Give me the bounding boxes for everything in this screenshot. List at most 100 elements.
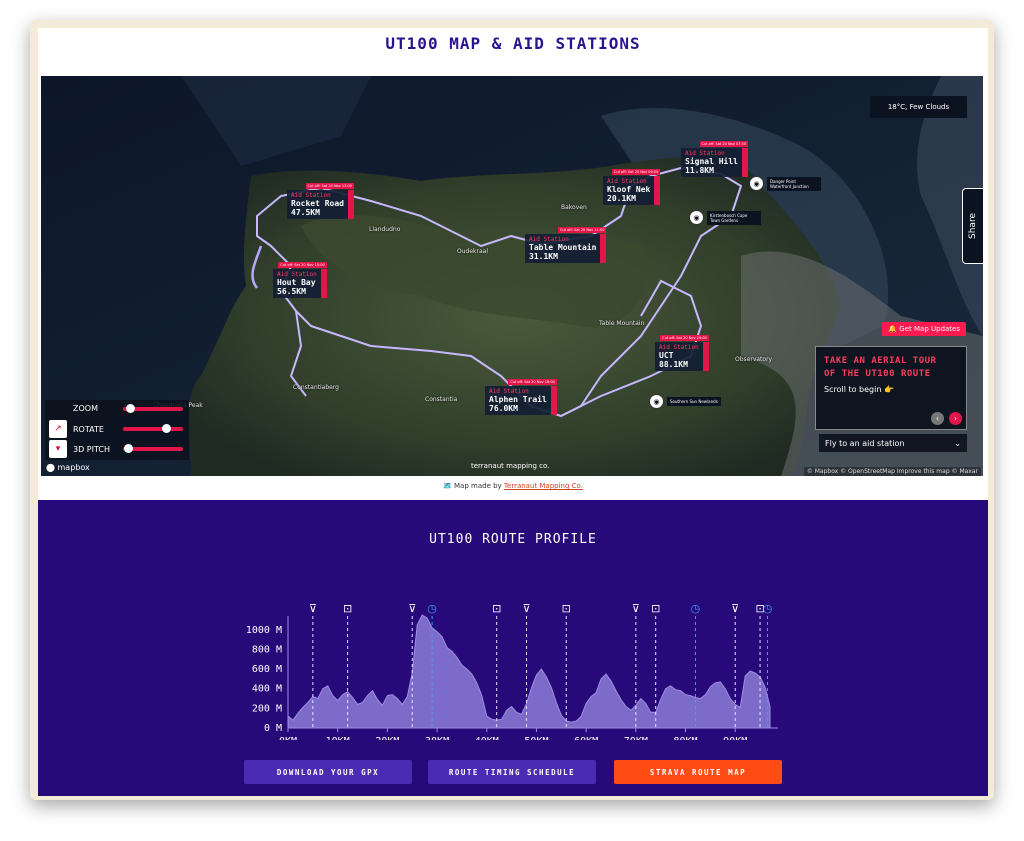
tour-subtitle: Scroll to begin 👉 [824, 385, 894, 394]
stopwatch-icon: ◷ [691, 602, 701, 615]
station-name: Table Mountain [529, 243, 597, 252]
zoom-control: ZOOM [49, 403, 183, 413]
route-map[interactable]: 18°C, Few Clouds Share Cut off: Sat 20 N… [41, 76, 983, 476]
station-distance: 88.1KM [659, 360, 688, 369]
route-timing-button[interactable]: ROUTE TIMING SCHEDULE [428, 760, 596, 784]
y-tick-label: 1000 M [246, 625, 282, 636]
page-content: UT100 MAP & AID STATIONS 18°C, Few Cloud… [38, 28, 988, 796]
weather-badge: 18°C, Few Clouds [870, 96, 967, 118]
map-credit-prefix: 🗺️ Map made by [443, 482, 504, 490]
map-credit: 🗺️ Map made by Terranaut Mapping Co. [38, 482, 988, 490]
aid-station-hout-bay[interactable]: Cut off: Sat 20 Nov 15:00 Aid Station Ho… [273, 262, 327, 298]
aid-station-uct[interactable]: Cut off: Sat 20 Nov 20:00 Aid Station UC… [655, 335, 709, 371]
cutoff-tag: Cut off: Sat 20 Nov 18:00 [508, 379, 557, 385]
x-tick-label: 50KM [524, 736, 548, 740]
station-name: Kloof Nek [607, 185, 651, 194]
x-tick-label: 20KM [375, 736, 399, 740]
car-icon: ⊡ [562, 602, 571, 615]
station-name: Rocket Road [291, 199, 344, 208]
place-label: Table Mountain [599, 320, 645, 327]
station-kicker: Aid Station [489, 388, 529, 395]
poi-label: Southern Sun Newlands [667, 397, 721, 406]
station-kicker: Aid Station [529, 236, 569, 243]
camera-icon: ◉ [649, 394, 664, 409]
station-kicker: Aid Station [659, 344, 699, 351]
rotate-thumb[interactable] [162, 424, 171, 433]
poi-newlands[interactable]: ◉ Southern Sun Newlands [649, 394, 721, 409]
aid-station-signal-hill[interactable]: Cut off: Sat 20 Nov 07:30 Aid Station Si… [681, 141, 748, 177]
terranaut-link[interactable]: Terranaut Mapping Co. [504, 482, 583, 490]
pitch-thumb[interactable] [124, 444, 134, 453]
aid-station-table-mountain[interactable]: Cut off: Sat 20 Nov 11:00 Aid Station Ta… [525, 227, 607, 263]
cutoff-tag: Cut off: Sat 20 Nov 15:00 [278, 262, 327, 268]
place-label: Constantiaberg [293, 384, 339, 391]
cutoff-tag: Cut off: Sat 20 Nov 13:00 [305, 183, 354, 189]
chevron-down-icon: ⌄ [954, 438, 961, 448]
x-tick-label: 70KM [624, 736, 648, 740]
station-kicker: Aid Station [607, 178, 647, 185]
pitch-icon: ▾ [49, 440, 67, 458]
station-name: Hout Bay [277, 278, 316, 287]
route-profile-title: UT100 ROUTE PROFILE [429, 532, 597, 547]
download-gpx-button[interactable]: DOWNLOAD YOUR GPX [244, 760, 412, 784]
aid-station-kloof-nek[interactable]: Cut off: Sat 20 Nov 09:00 Aid Station Kl… [603, 169, 661, 205]
station-distance: 20.1KM [607, 194, 636, 203]
pitch-slider[interactable] [123, 444, 183, 453]
car-icon: ⊡ [492, 602, 501, 615]
cup-icon: ⊽ [522, 602, 530, 615]
poi-label: Kirstenbosch Cape Town Gardens [707, 210, 761, 225]
station-distance: 47.5KM [291, 208, 320, 217]
x-tick-label: 60KM [574, 736, 598, 740]
aid-station-alphen-trail[interactable]: Cut off: Sat 20 Nov 18:00 Aid Station Al… [485, 379, 557, 415]
place-label: Bakoven [561, 204, 587, 211]
get-map-updates-button[interactable]: 🔔 Get Map Updates [882, 322, 966, 336]
station-kicker: Aid Station [685, 150, 725, 157]
zoom-slider[interactable] [123, 403, 183, 413]
elevation-area [287, 614, 771, 729]
tour-next-button[interactable]: › [949, 412, 962, 425]
car-icon: ⊡ [651, 602, 660, 615]
mapbox-logo[interactable]: ⬤ mapbox [46, 463, 90, 472]
camera-icon: ◉ [749, 176, 764, 191]
cup-icon: ⊽ [632, 602, 640, 615]
cutoff-tag: Cut off: Sat 20 Nov 09:00 [611, 169, 661, 175]
aerial-tour-panel: Take an aerial tour of the UT100 route S… [815, 346, 967, 430]
tour-prev-button[interactable]: ‹ [931, 412, 944, 425]
map-watermark: terranaut mapping co. [471, 462, 550, 470]
aid-station-rocket-road[interactable]: Cut off: Sat 20 Nov 13:00 Aid Station Ro… [287, 183, 354, 219]
tour-heading-line1: Take an aerial tour [824, 356, 937, 366]
pitch-control: ▾ 3D PITCH [49, 440, 183, 458]
mapbox-logo-text: mapbox [57, 463, 90, 472]
rotate-label: ROTATE [73, 424, 104, 434]
tour-heading: Take an aerial tour of the UT100 route [824, 355, 936, 381]
cutoff-tag: Cut off: Sat 20 Nov 11:00 [557, 227, 607, 233]
cup-icon: ⊽ [731, 602, 739, 615]
station-kicker: Aid Station [277, 271, 317, 278]
cutoff-tag: Cut off: Sat 20 Nov 07:30 [699, 141, 748, 147]
station-name: Signal Hill [685, 157, 738, 166]
poi-kirstenbosch[interactable]: ◉ Kirstenbosch Cape Town Gardens [689, 210, 761, 225]
x-tick-label: 0KM [279, 736, 297, 740]
station-distance: 11.8KM [685, 166, 714, 175]
strava-route-button[interactable]: STRAVA ROUTE MAP [614, 760, 782, 784]
y-tick-label: 600 M [252, 664, 282, 675]
station-kicker: Aid Station [291, 192, 331, 199]
x-tick-label: 30KM [425, 736, 449, 740]
stopwatch-icon: ◷ [427, 602, 437, 615]
fly-to-select[interactable]: Fly to an aid station ⌄ [819, 434, 967, 452]
station-name: Alphen Trail [489, 395, 547, 404]
rotate-slider[interactable] [123, 424, 183, 433]
elevation-chart: 0 M 200 M 400 M 600 M 800 M 1000 M 0KM 10KM 20KM… [246, 602, 778, 740]
y-tick-label: 800 M [252, 644, 282, 655]
place-label: Observatory [735, 356, 773, 363]
zoom-thumb[interactable] [125, 403, 135, 413]
station-distance: 76.0KM [489, 404, 518, 413]
x-tick-label: 40KM [475, 736, 499, 740]
car-icon: ⊡ [343, 602, 352, 615]
share-tab[interactable]: Share [962, 188, 983, 264]
poi-waterfront[interactable]: ◉ Danger Point Waterfront Junction [749, 176, 821, 191]
chevron-right-icon: › [953, 414, 958, 423]
station-distance: 56.5KM [277, 287, 306, 296]
map-attribution[interactable]: © Mapbox © OpenStreetMap Improve this ma… [803, 467, 981, 476]
share-label: Share [968, 213, 979, 239]
